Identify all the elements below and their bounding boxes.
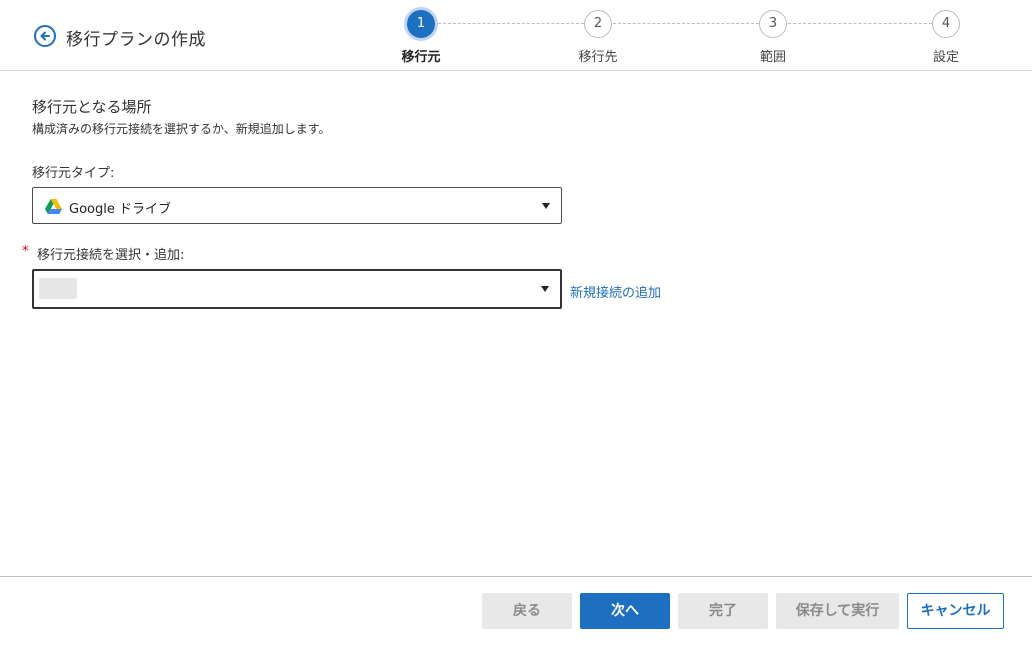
connection-select[interactable] bbox=[32, 269, 562, 309]
step-settings[interactable]: 4 設定 bbox=[906, 10, 986, 65]
back-arrow-icon[interactable] bbox=[34, 25, 56, 47]
page-title: 移行プランの作成 bbox=[66, 30, 206, 50]
cancel-button[interactable]: キャンセル bbox=[907, 593, 1004, 629]
step-label: 範囲 bbox=[759, 50, 786, 65]
next-button[interactable]: 次へ bbox=[580, 593, 670, 629]
caret-down-icon bbox=[542, 203, 550, 209]
add-connection-link[interactable]: 新規接続の追加 bbox=[570, 282, 661, 301]
source-type-label: 移行元タイプ: bbox=[32, 166, 115, 181]
step-source[interactable]: 1 移行元 bbox=[381, 7, 461, 65]
section-title: 移行元となる場所 bbox=[32, 98, 152, 116]
finish-button[interactable]: 完了 bbox=[678, 593, 768, 629]
header: 移行プランの作成 1 移行元 2 移行先 3 範囲 4 設定 bbox=[0, 0, 1032, 71]
connection-value-redacted bbox=[39, 278, 77, 299]
step-number: 1 bbox=[404, 7, 438, 41]
step-destination[interactable]: 2 移行先 bbox=[558, 10, 638, 65]
footer: 戻る 次へ 完了 保存して実行 キャンセル bbox=[0, 576, 1032, 647]
step-label: 移行元 bbox=[401, 50, 441, 65]
caret-down-icon bbox=[541, 286, 549, 292]
step-number: 4 bbox=[932, 10, 960, 38]
source-type-select[interactable]: Google ドライブ bbox=[32, 187, 562, 224]
source-type-value: Google ドライブ bbox=[69, 202, 171, 217]
connection-label: 移行元接続を選択・追加: bbox=[37, 248, 185, 263]
back-button[interactable]: 戻る bbox=[482, 593, 572, 629]
step-number: 3 bbox=[759, 10, 787, 38]
step-label: 移行先 bbox=[578, 50, 618, 65]
step-scope[interactable]: 3 範囲 bbox=[733, 10, 813, 65]
required-marker: * bbox=[22, 244, 29, 259]
step-number: 2 bbox=[584, 10, 612, 38]
section-description: 構成済みの移行元接続を選択するか、新規追加します。 bbox=[32, 122, 331, 136]
google-drive-icon bbox=[45, 199, 62, 214]
step-label: 設定 bbox=[932, 50, 959, 65]
save-and-run-button[interactable]: 保存して実行 bbox=[776, 593, 899, 629]
